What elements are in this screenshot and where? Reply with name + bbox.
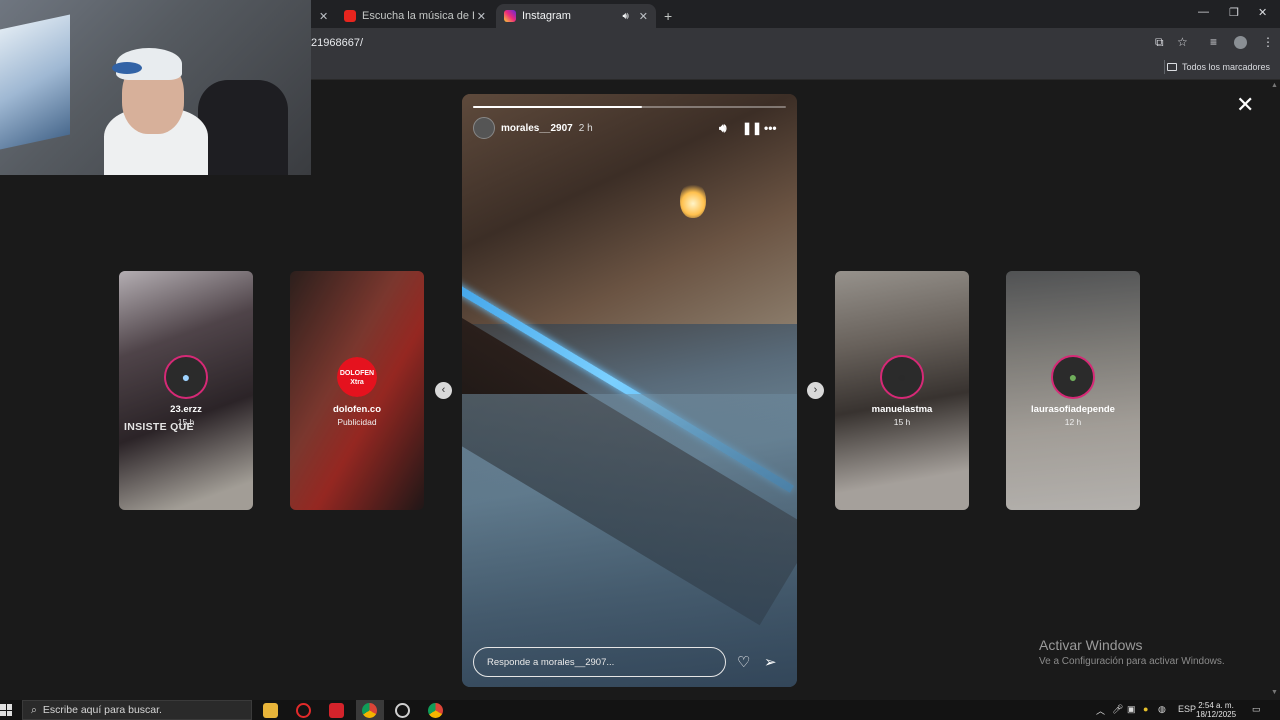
activation-title: Activar Windows — [1039, 637, 1143, 653]
webcam-person-cap-brim — [112, 62, 142, 74]
tab-close-icon[interactable]: ✕ — [477, 10, 486, 23]
taskbar-clock[interactable]: 2:54 a. m. 18/12/2025 — [1196, 701, 1236, 719]
app-icon[interactable] — [395, 703, 410, 718]
side-story-avatar: ● — [164, 355, 208, 399]
side-story-laurasofiadepende[interactable]: ● laurasofiadepende 12 h — [1006, 271, 1140, 510]
taskbar-search[interactable]: ⌕ Escribe aquí para buscar. — [22, 700, 252, 720]
microphone-icon[interactable]: 🎤︎ — [1112, 704, 1123, 715]
next-story-button[interactable]: › — [807, 382, 824, 399]
volume-icon[interactable]: 🔊︎ — [719, 121, 727, 136]
instagram-icon — [504, 10, 516, 22]
tab-close-icon[interactable]: ✕ — [639, 10, 648, 23]
tab-youtube-music[interactable]: Escucha la música de Esteban / ✕ — [336, 4, 494, 28]
story-time: 2 h — [578, 122, 593, 134]
clock-time: 2:54 a. m. — [1198, 701, 1234, 710]
tab-instagram[interactable]: Instagram 🔊︎ ✕ — [496, 4, 656, 28]
youtube-music-icon — [344, 10, 356, 22]
bookmarks-separator — [1164, 60, 1165, 74]
reply-row: ♡ ➢ — [473, 647, 786, 677]
scroll-up-icon[interactable]: ▲ — [1271, 82, 1278, 89]
scroll-down-icon[interactable]: ▼ — [1271, 689, 1278, 696]
page-scrollbar[interactable] — [1270, 80, 1280, 700]
story-image-candle — [680, 182, 706, 218]
new-tab-button[interactable]: + — [656, 4, 676, 28]
windows-activation-watermark: Activar Windows Ve a Configuración para … — [1039, 637, 1225, 667]
main-story[interactable]: morales__2907 2 h 🔊︎ ❚❚ ••• ♡ ➢ — [462, 94, 797, 687]
file-explorer-icon[interactable] — [263, 703, 278, 718]
language-indicator[interactable]: ESP — [1178, 704, 1196, 714]
dolofen-logo: DOLOFEN Xtra — [337, 357, 377, 397]
side-story-avatar: ● — [880, 355, 924, 399]
tab-label: Instagram — [522, 10, 571, 22]
bookmark-star-icon[interactable]: ☆ — [1177, 35, 1188, 49]
side-story-username: laurasofiadepende — [1031, 404, 1115, 415]
side-story-time: 12 h — [1064, 417, 1082, 427]
folder-icon — [1166, 63, 1177, 71]
story-username[interactable]: morales__2907 — [501, 123, 573, 134]
tab-unnamed[interactable]: ✕ — [311, 4, 335, 28]
windows-taskbar: ⌕ Escribe aquí para buscar. ︿ 🎤︎ ▣ ● ◍ E… — [0, 700, 1280, 720]
winrar-icon[interactable] — [329, 703, 344, 718]
side-story-avatar: ● — [1051, 355, 1095, 399]
install-app-icon[interactable]: ⧉ — [1155, 35, 1164, 50]
opera-icon[interactable] — [296, 703, 311, 718]
heart-icon[interactable]: ♡ — [737, 653, 750, 671]
share-icon[interactable]: ➢ — [764, 653, 777, 671]
story-progress-fill — [473, 106, 643, 108]
menu-kebab-icon[interactable]: ⋮ — [1262, 35, 1274, 49]
tray-app-icon[interactable]: ▣ — [1127, 704, 1136, 715]
tab-close-icon[interactable]: ✕ — [319, 10, 328, 23]
webcam-chair — [198, 80, 288, 175]
avatar-icon: ● — [1068, 369, 1078, 385]
pause-icon[interactable]: ❚❚ — [742, 121, 762, 135]
side-story-avatar: DOLOFEN Xtra — [335, 355, 379, 399]
avatar-icon: ● — [897, 369, 907, 385]
windows-start-icon[interactable] — [0, 704, 12, 716]
side-story-username: dolofen.co — [332, 404, 382, 415]
maximize-button[interactable]: ❐ — [1229, 6, 1239, 19]
side-story-dolofen[interactable]: DOLOFEN Xtra dolofen.co Publicidad — [290, 271, 424, 510]
search-icon: ⌕ — [31, 703, 37, 716]
minimize-button[interactable]: — — [1198, 6, 1209, 18]
side-story-23erzz[interactable]: ● 23.erzz 15 h INSISTE QUE — [119, 271, 253, 510]
side-story-manuelastma[interactable]: ● manuelastma 15 h — [835, 271, 969, 510]
previous-story-button[interactable]: ‹ — [435, 382, 452, 399]
side-story-overlay-text: INSISTE QUE — [124, 421, 194, 433]
tab-label: Escucha la música de Esteban / — [362, 10, 474, 22]
taskbar-search-placeholder: Escribe aquí para buscar. — [42, 704, 162, 716]
side-story-username: 23.erzz — [170, 404, 202, 415]
clock-date: 18/12/2025 — [1196, 710, 1237, 719]
url-field[interactable]: 21968667/ — [311, 37, 363, 49]
all-bookmarks-label: Todos los marcadores — [1181, 62, 1270, 72]
profile-avatar-icon[interactable] — [1234, 36, 1247, 49]
side-story-sponsored: Publicidad — [337, 417, 377, 427]
story-progress-bar — [473, 106, 786, 108]
media-controls-icon[interactable]: ≡ — [1210, 35, 1217, 49]
close-viewer-icon[interactable]: ✕ — [1236, 94, 1254, 116]
story-user-avatar[interactable] — [473, 117, 495, 139]
tray-expand-icon[interactable]: ︿ — [1096, 704, 1105, 717]
notifications-icon[interactable]: ▭ — [1252, 704, 1261, 715]
network-icon[interactable]: ◍ — [1158, 704, 1166, 715]
story-image-water — [462, 394, 797, 687]
tray-app-icon[interactable]: ● — [1143, 704, 1148, 714]
avatar-icon: ● — [181, 369, 191, 385]
side-story-username: manuelastma — [871, 404, 933, 415]
reply-input[interactable] — [473, 647, 726, 677]
more-options-icon[interactable]: ••• — [764, 121, 777, 135]
close-window-button[interactable]: ✕ — [1258, 6, 1267, 19]
webcam-monitor — [0, 14, 70, 150]
webcam-overlay — [0, 0, 311, 175]
chrome-icon[interactable] — [362, 703, 377, 718]
speaker-icon[interactable]: 🔊︎ — [622, 11, 628, 22]
story-header: morales__2907 2 h — [473, 117, 593, 139]
chrome-icon[interactable] — [428, 703, 443, 718]
all-bookmarks-button[interactable]: Todos los marcadores — [1166, 62, 1270, 72]
activation-subtitle: Ve a Configuración para activar Windows. — [1039, 656, 1225, 667]
side-story-time: 15 h — [893, 417, 911, 427]
